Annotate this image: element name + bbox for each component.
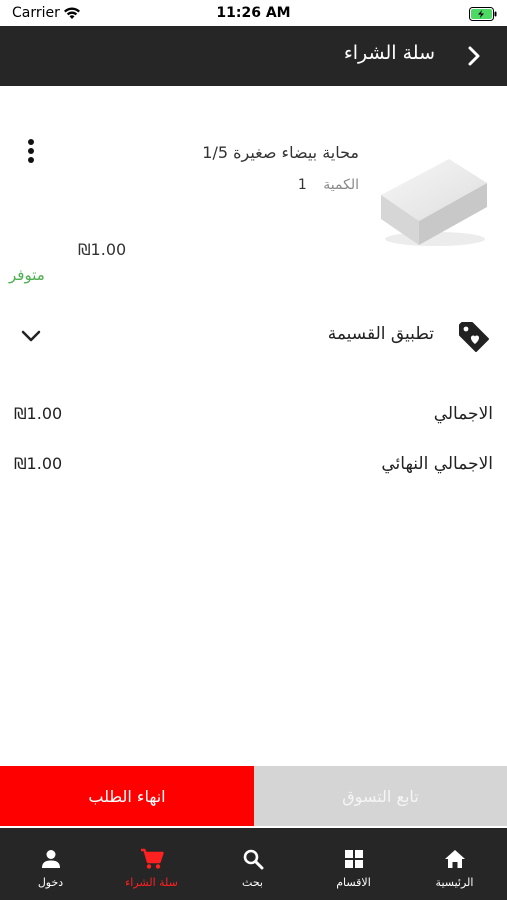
nav-item-search[interactable]: بحث: [202, 828, 303, 900]
final-total-row: الاجمالي النهائي ₪1.00: [0, 454, 507, 484]
grid-icon: [344, 850, 363, 868]
subtotal-row: الاجمالي ₪1.00: [0, 404, 507, 434]
product-image: [375, 155, 493, 255]
subtotal-label: الاجمالي: [433, 404, 493, 424]
cart-icon: [140, 848, 164, 869]
quantity-value: 1: [297, 177, 307, 193]
apply-coupon-row[interactable]: تطبيق القسيمة: [0, 310, 507, 362]
status-bar: Carrier 11:26 AM: [0, 0, 507, 26]
nav-label-categories: الاقسام: [336, 876, 371, 889]
nav-label-home: الرئيسية: [435, 876, 474, 889]
nav-label-login: دخول: [37, 876, 64, 889]
continue-shopping-button[interactable]: تابع التسوق: [254, 766, 507, 826]
nav-item-home[interactable]: الرئيسية: [404, 828, 505, 900]
quantity-label: الكمية: [323, 177, 359, 193]
subtotal-value: ₪1.00: [14, 404, 63, 423]
status-time: 11:26 AM: [216, 5, 291, 21]
nav-item-cart[interactable]: سلة الشراء: [101, 828, 202, 900]
nav-item-login[interactable]: دخول: [0, 828, 101, 900]
checkout-button[interactable]: انهاء الطلب: [0, 766, 254, 826]
cart-actions: انهاء الطلب تابع التسوق: [0, 766, 507, 826]
chevron-down-icon[interactable]: [20, 328, 42, 347]
page-title: سلة الشراء: [343, 42, 435, 64]
bottom-nav: دخول سلة الشراء بحث الاقسام الرئيسية: [0, 828, 507, 900]
tag-icon: [457, 320, 491, 358]
nav-label-search: بحث: [242, 876, 263, 889]
item-price: ₪1.00: [78, 240, 127, 259]
nav-label-cart: سلة الشراء: [125, 876, 178, 889]
nav-item-categories[interactable]: الاقسام: [303, 828, 404, 900]
chevron-right-icon[interactable]: [467, 45, 481, 71]
stock-status: متوفر: [9, 266, 45, 284]
final-total-value: ₪1.00: [14, 454, 63, 473]
app-header: سلة الشراء: [0, 26, 507, 86]
person-icon: [41, 850, 60, 868]
battery-icon: [469, 6, 497, 25]
coupon-label: تطبيق القسيمة: [327, 324, 434, 344]
quantity-row: الكمية 1: [298, 177, 359, 193]
search-icon: [243, 849, 263, 870]
final-total-label: الاجمالي النهائي: [381, 454, 493, 474]
more-options-icon[interactable]: [26, 138, 36, 168]
product-name: محاية بيضاء صغيرة 1/5: [202, 143, 359, 162]
home-icon: [444, 850, 465, 868]
